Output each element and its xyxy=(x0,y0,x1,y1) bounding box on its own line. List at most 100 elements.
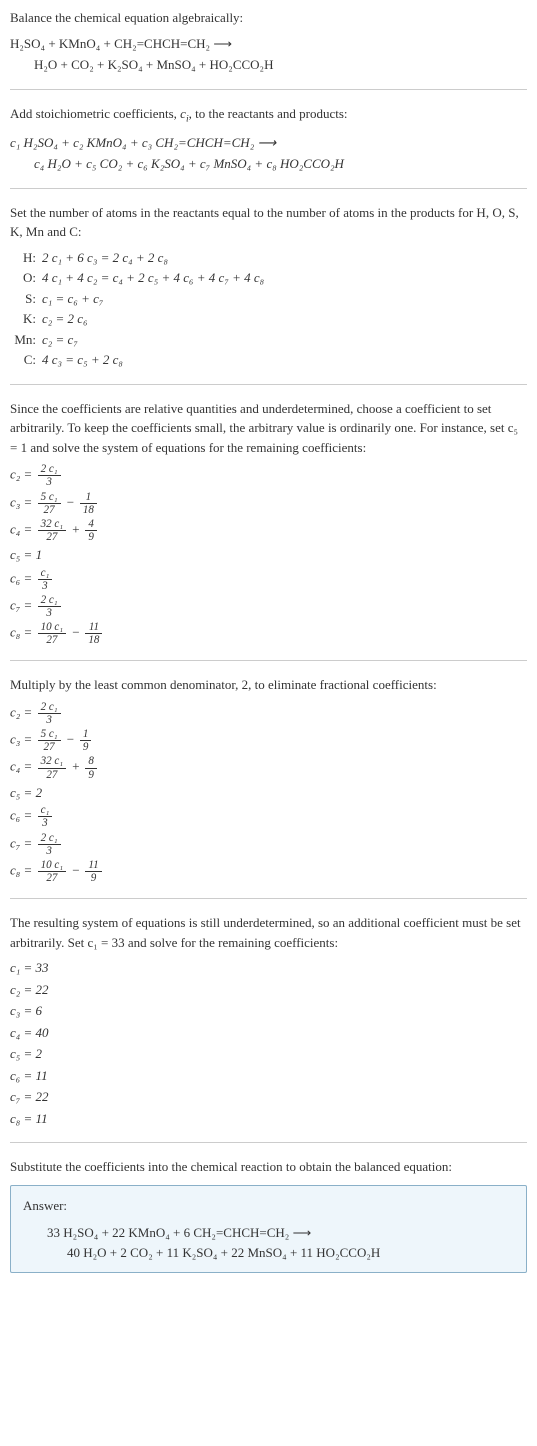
numerator: 32 c₁ xyxy=(38,518,67,531)
final-coeff: c₃ = 6 xyxy=(10,1001,527,1021)
atom-row: C:4 c₃ = c₅ + 2 c₈ xyxy=(10,350,527,370)
fraction: 5 c₁27 xyxy=(38,728,61,753)
title: Balance the chemical equation algebraica… xyxy=(10,8,527,28)
atom-label: S: xyxy=(10,289,42,309)
stoich-line-1: c₁ H₂SO₄ + c₂ KMnO₄ + c₃ CH₂=CHCH=CH₂ ⟶ xyxy=(10,133,527,153)
final-coeff: c₂ = 22 xyxy=(10,980,527,1000)
coeff-line: c₇ = 2 c₁3 xyxy=(10,832,527,857)
coeff-lhs: c₇ = xyxy=(10,597,36,612)
atom-label: O: xyxy=(10,268,42,288)
denominator: 27 xyxy=(38,741,61,753)
atom-label: H: xyxy=(10,248,42,268)
atom-table: H:2 c₁ + 6 c₃ = 2 c₄ + 2 c₈ O:4 c₁ + 4 c… xyxy=(10,248,527,370)
atom-eq: 2 c₁ + 6 c₃ = 2 c₄ + 2 c₈ xyxy=(42,248,527,268)
numerator: 11 xyxy=(85,621,102,634)
section-atoms: Set the number of atoms in the reactants… xyxy=(10,203,527,370)
final-coeff: c₄ = 40 xyxy=(10,1023,527,1043)
denominator: 27 xyxy=(38,504,61,516)
numerator: 10 c₁ xyxy=(38,621,67,634)
fraction: 118 xyxy=(80,491,97,516)
fraction: 89 xyxy=(85,755,97,780)
coeff-line: c₆ = c₁3 xyxy=(10,567,527,592)
coeff-lhs: c₇ = xyxy=(10,835,36,850)
numerator: 10 c₁ xyxy=(38,859,67,872)
numerator: 2 c₁ xyxy=(38,594,61,607)
coeff-line: c₂ = 2 c₁3 xyxy=(10,701,527,726)
fraction: 2 c₁3 xyxy=(38,832,61,857)
numerator: 2 c₁ xyxy=(38,463,61,476)
coeff-line: c₄ = 32 c₁27 + 49 xyxy=(10,518,527,543)
fraction: 2 c₁3 xyxy=(38,701,61,726)
numerator: c₁ xyxy=(38,567,53,580)
fraction: 5 c₁27 xyxy=(38,491,61,516)
numerator: 4 xyxy=(85,518,97,531)
sub-intro: Substitute the coefficients into the che… xyxy=(10,1157,527,1177)
atom-row: K:c₂ = 2 c₆ xyxy=(10,309,527,329)
denominator: 18 xyxy=(80,504,97,516)
divider xyxy=(10,1142,527,1143)
numerator: 2 c₁ xyxy=(38,701,61,714)
coeff-lhs: c₄ = xyxy=(10,521,36,536)
numerator: 2 c₁ xyxy=(38,832,61,845)
denominator: 3 xyxy=(38,607,61,619)
op: − xyxy=(63,732,78,747)
fraction: c₁3 xyxy=(38,804,53,829)
coeff-line: c₃ = 5 c₁27 − 118 xyxy=(10,491,527,516)
coeff-line: c₇ = 2 c₁3 xyxy=(10,594,527,619)
atom-eq: c₂ = 2 c₆ xyxy=(42,309,527,329)
fraction: 2 c₁3 xyxy=(38,463,61,488)
atom-label: Mn: xyxy=(10,330,42,350)
coeff-line: c₆ = c₁3 xyxy=(10,804,527,829)
coeff-line: c₈ = 10 c₁27 − 119 xyxy=(10,859,527,884)
coeff-lhs: c₈ = xyxy=(10,625,36,640)
fraction: 49 xyxy=(85,518,97,543)
denominator: 9 xyxy=(85,769,97,781)
final-coeff: c₅ = 2 xyxy=(10,1044,527,1064)
final-coeff: c₈ = 11 xyxy=(10,1109,527,1129)
numerator: 1 xyxy=(80,491,97,504)
coeff-line: c₈ = 10 c₁27 − 1118 xyxy=(10,621,527,646)
coeff-value: 2 xyxy=(36,785,43,800)
atom-row: H:2 c₁ + 6 c₃ = 2 c₄ + 2 c₈ xyxy=(10,248,527,268)
final-coeff: c₁ = 33 xyxy=(10,958,527,978)
answer-label: Answer: xyxy=(23,1196,514,1216)
numerator: 11 xyxy=(85,859,101,872)
section-under2: The resulting system of equations is sti… xyxy=(10,913,527,1128)
coeff-lhs: c₃ = xyxy=(10,732,36,747)
numerator: 8 xyxy=(85,755,97,768)
denominator: 9 xyxy=(85,531,97,543)
under1-intro: Since the coefficients are relative quan… xyxy=(10,399,527,458)
coeff-lhs: c₄ = xyxy=(10,759,36,774)
fraction: 119 xyxy=(85,859,101,884)
denominator: 3 xyxy=(38,817,53,829)
atom-label: C: xyxy=(10,350,42,370)
coeff-set-2: c₂ = 2 c₁3c₃ = 5 c₁27 − 19c₄ = 32 c₁27 +… xyxy=(10,701,527,884)
op: + xyxy=(68,759,83,774)
coeff-lhs: c₈ = xyxy=(10,862,36,877)
op: − xyxy=(63,494,78,509)
denominator: 9 xyxy=(80,741,92,753)
stoich-intro: Add stoichiometric coefficients, ci, to … xyxy=(10,104,527,127)
denominator: 3 xyxy=(38,845,61,857)
reaction-line-2: H₂O + CO₂ + K₂SO₄ + MnSO₄ + HO₂CCO₂H xyxy=(10,55,527,75)
numerator: 1 xyxy=(80,728,92,741)
atoms-intro: Set the number of atoms in the reactants… xyxy=(10,203,527,242)
answer-line-2: 40 H₂O + 2 CO₂ + 11 K₂SO₄ + 22 MnSO₄ + 1… xyxy=(23,1243,514,1263)
reaction-line-1: H₂SO₄ + KMnO₄ + CH₂=CHCH=CH₂ ⟶ xyxy=(10,34,527,54)
section-under1: Since the coefficients are relative quan… xyxy=(10,399,527,647)
atom-label: K: xyxy=(10,309,42,329)
denominator: 27 xyxy=(38,769,67,781)
divider xyxy=(10,384,527,385)
denominator: 18 xyxy=(85,634,102,646)
atom-eq: c₂ = c₇ xyxy=(42,330,527,350)
under2-intro: The resulting system of equations is sti… xyxy=(10,913,527,952)
coeff-line: c₅ = 2 xyxy=(10,783,527,803)
divider xyxy=(10,660,527,661)
atom-eq: 4 c₁ + 4 c₂ = c₄ + 2 c₅ + 4 c₆ + 4 c₇ + … xyxy=(42,268,527,288)
mult-intro: Multiply by the least common denominator… xyxy=(10,675,527,695)
fraction: 32 c₁27 xyxy=(38,755,67,780)
op: − xyxy=(68,862,83,877)
denominator: 3 xyxy=(38,714,61,726)
text: , to the reactants and products: xyxy=(189,106,348,121)
atom-row: S:c₁ = c₆ + c₇ xyxy=(10,289,527,309)
